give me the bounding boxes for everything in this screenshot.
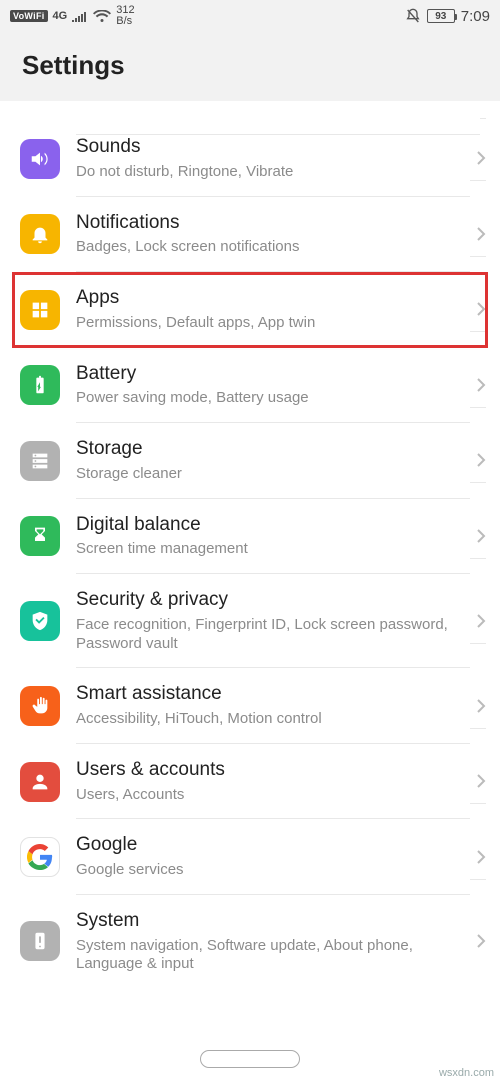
- chevron-right-icon: [476, 528, 486, 544]
- item-title: Smart assistance: [76, 682, 470, 706]
- list-item-sounds[interactable]: Sounds Do not disturb, Ringtone, Vibrate: [0, 121, 500, 197]
- battery-icon: [20, 365, 60, 405]
- item-title: Digital balance: [76, 513, 470, 537]
- item-title: Notifications: [76, 211, 470, 235]
- signal-icon: [72, 10, 88, 22]
- page-title: Settings: [22, 50, 480, 81]
- apps-icon: [20, 290, 60, 330]
- header: Settings: [0, 32, 500, 101]
- chevron-right-icon: [476, 452, 486, 468]
- item-subtitle: Permissions, Default apps, App twin: [76, 314, 470, 333]
- item-title: Storage: [76, 437, 470, 461]
- chevron-right-icon: [476, 773, 486, 789]
- item-subtitle: Accessibility, HiTouch, Motion control: [76, 710, 470, 729]
- list-item-system[interactable]: System System navigation, Software updat…: [0, 895, 500, 988]
- list-item[interactable]: [0, 101, 500, 121]
- item-title: System: [76, 909, 470, 933]
- item-subtitle: Screen time management: [76, 540, 470, 559]
- item-title: Security & privacy: [76, 588, 470, 612]
- chevron-right-icon: [476, 377, 486, 393]
- item-subtitle: Face recognition, Fingerprint ID, Lock s…: [76, 616, 470, 654]
- item-title: Google: [76, 833, 470, 857]
- item-title: Users & accounts: [76, 758, 470, 782]
- chevron-right-icon: [476, 933, 486, 949]
- chevron-right-icon: [476, 849, 486, 865]
- battery-indicator: 93: [427, 9, 455, 23]
- item-subtitle: Users, Accounts: [76, 786, 470, 805]
- item-subtitle: System navigation, Software update, Abou…: [76, 937, 470, 975]
- list-item-smart-assistance[interactable]: Smart assistance Accessibility, HiTouch,…: [0, 668, 500, 744]
- sound-icon: [20, 139, 60, 179]
- chevron-right-icon: [476, 150, 486, 166]
- list-item-apps[interactable]: Apps Permissions, Default apps, App twin: [0, 272, 500, 348]
- settings-list: Sounds Do not disturb, Ringtone, Vibrate…: [0, 101, 500, 1035]
- item-subtitle: Do not disturb, Ringtone, Vibrate: [76, 163, 470, 182]
- chevron-right-icon: [476, 698, 486, 714]
- net-speed: 312 B/s: [116, 5, 134, 27]
- item-subtitle: Power saving mode, Battery usage: [76, 389, 470, 408]
- list-item-storage[interactable]: Storage Storage cleaner: [0, 423, 500, 499]
- hand-icon: [20, 686, 60, 726]
- wifi-icon: [93, 10, 111, 23]
- item-subtitle: Storage cleaner: [76, 465, 470, 484]
- vowifi-badge: VoWiFi: [10, 10, 48, 22]
- user-icon: [20, 762, 60, 802]
- list-item-battery[interactable]: Battery Power saving mode, Battery usage: [0, 348, 500, 424]
- item-subtitle: Badges, Lock screen notifications: [76, 238, 470, 257]
- list-item-google[interactable]: Google Google services: [0, 819, 500, 895]
- item-title: Battery: [76, 362, 470, 386]
- item-subtitle: Google services: [76, 861, 470, 880]
- shield-icon: [20, 601, 60, 641]
- system-icon: [20, 921, 60, 961]
- list-item-notifications[interactable]: Notifications Badges, Lock screen notifi…: [0, 197, 500, 273]
- storage-icon: [20, 441, 60, 481]
- gesture-nav-bar[interactable]: [0, 1035, 500, 1083]
- item-title: Sounds: [76, 135, 470, 159]
- network-type: 4G: [53, 10, 68, 22]
- chevron-right-icon: [476, 226, 486, 242]
- chevron-right-icon: [476, 613, 486, 629]
- watermark: wsxdn.com: [439, 1067, 494, 1079]
- google-icon: [20, 837, 60, 877]
- bell-icon: [20, 214, 60, 254]
- item-title: Apps: [76, 286, 470, 310]
- hourglass-icon: [20, 516, 60, 556]
- list-item-digital-balance[interactable]: Digital balance Screen time management: [0, 499, 500, 575]
- clock: 7:09: [461, 8, 490, 25]
- chevron-right-icon: [476, 301, 486, 317]
- list-item-security[interactable]: Security & privacy Face recognition, Fin…: [0, 574, 500, 668]
- status-bar: VoWiFi 4G 312 B/s 93 7:09: [0, 0, 500, 32]
- home-pill-icon: [200, 1050, 300, 1068]
- list-item-users[interactable]: Users & accounts Users, Accounts: [0, 744, 500, 820]
- mute-icon: [405, 8, 421, 24]
